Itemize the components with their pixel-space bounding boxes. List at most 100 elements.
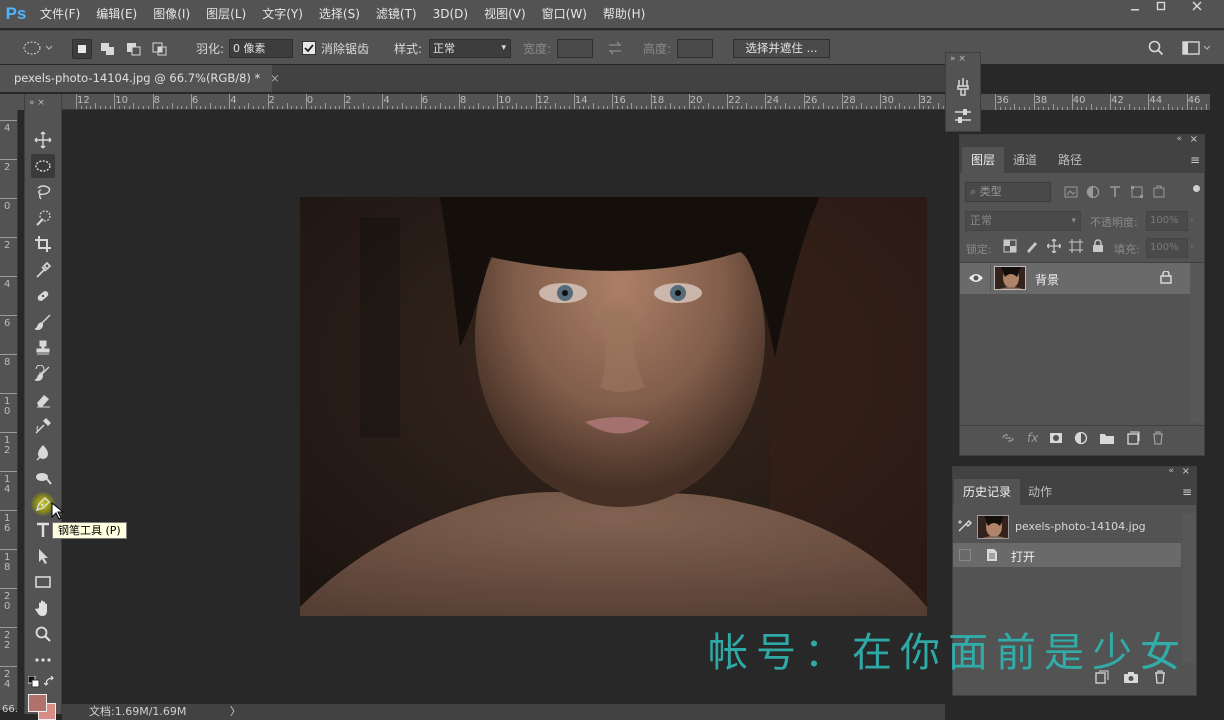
- delete-layer-icon[interactable]: [1151, 431, 1165, 445]
- rectangle-icon[interactable]: [31, 570, 55, 594]
- toolbar-collapse-icon[interactable]: » ×: [29, 98, 45, 108]
- link-layers-icon[interactable]: [1000, 431, 1016, 445]
- filter-toggle-icon[interactable]: [1193, 185, 1200, 192]
- default-colors-icon[interactable]: [27, 675, 40, 688]
- blend-mode-select[interactable]: 正常 ▾: [965, 211, 1081, 231]
- fill-chevron-icon[interactable]: ›: [1190, 242, 1194, 252]
- adjustments-icon[interactable]: [952, 105, 974, 130]
- width-input[interactable]: [557, 39, 593, 58]
- move-tool-icon[interactable]: [31, 128, 55, 152]
- feather-input[interactable]: 0 像素: [229, 39, 293, 58]
- panel-menu-icon[interactable]: ≡: [1190, 153, 1200, 167]
- workspace-icon[interactable]: [1182, 38, 1212, 58]
- menu-select[interactable]: 选择(S): [311, 0, 368, 28]
- path-selection-icon[interactable]: [31, 544, 55, 568]
- lock-position-icon[interactable]: [1047, 239, 1061, 253]
- document-tab[interactable]: pexels-photo-14104.jpg @ 66.7%(RGB/8) * …: [0, 65, 280, 92]
- history-state-row[interactable]: 打开: [953, 543, 1181, 567]
- filter-pixel-icon[interactable]: [1064, 185, 1078, 199]
- fx-icon[interactable]: fx: [1027, 431, 1038, 445]
- foreground-color-swatch[interactable]: [28, 694, 47, 712]
- filter-shape-icon[interactable]: [1130, 185, 1144, 199]
- select-and-mask-button[interactable]: 选择并遮住 ...: [733, 39, 830, 58]
- blur-icon[interactable]: [31, 440, 55, 464]
- more-tools-icon[interactable]: [31, 648, 55, 672]
- antialias-checkbox[interactable]: 消除锯齿: [302, 38, 369, 58]
- crop-icon[interactable]: [31, 232, 55, 256]
- history-checkbox[interactable]: [959, 549, 971, 561]
- eraser-icon[interactable]: [31, 388, 55, 412]
- panel-menu-icon[interactable]: ≡: [1182, 485, 1192, 499]
- dodge-icon[interactable]: [31, 466, 55, 490]
- history-brush-source-icon[interactable]: [957, 519, 973, 536]
- brush-icon[interactable]: [31, 310, 55, 334]
- dock-collapse-icon[interactable]: » ×: [950, 54, 980, 64]
- opacity-chevron-icon[interactable]: ›: [1190, 215, 1194, 225]
- add-selection-icon[interactable]: [98, 39, 118, 59]
- quick-selection-icon[interactable]: [31, 206, 55, 230]
- zoom-icon[interactable]: [31, 622, 55, 646]
- eyedropper-icon[interactable]: [31, 258, 55, 282]
- new-group-icon[interactable]: [1099, 431, 1115, 445]
- hand-icon[interactable]: [31, 596, 55, 620]
- history-brush-icon[interactable]: [31, 362, 55, 386]
- history-snapshot-row[interactable]: pexels-photo-14104.jpg: [953, 513, 1183, 541]
- gradient-icon[interactable]: [31, 414, 55, 438]
- menu-edit[interactable]: 编辑(E): [88, 0, 145, 28]
- filter-adjustment-icon[interactable]: [1086, 185, 1100, 199]
- new-layer-icon[interactable]: [1126, 431, 1140, 445]
- lock-all-icon[interactable]: [1091, 239, 1105, 253]
- add-mask-icon[interactable]: [1049, 431, 1063, 445]
- subtract-selection-icon[interactable]: [124, 39, 144, 59]
- swap-icon[interactable]: [606, 38, 624, 58]
- menu-type[interactable]: 文字(Y): [254, 0, 311, 28]
- tool-preset-icon[interactable]: [20, 38, 54, 58]
- zoom-level[interactable]: 66.: [2, 704, 24, 715]
- lasso-icon[interactable]: [31, 180, 55, 204]
- brush-preset-icon[interactable]: [952, 75, 974, 100]
- checkbox-checked-icon[interactable]: [302, 41, 316, 55]
- height-input[interactable]: [677, 39, 713, 58]
- panel-collapse-icon[interactable]: «: [1168, 466, 1174, 476]
- new-adjustment-icon[interactable]: [1074, 431, 1088, 445]
- opacity-input[interactable]: 100%: [1146, 211, 1188, 231]
- new-selection-icon[interactable]: [72, 39, 92, 59]
- eye-icon[interactable]: [968, 272, 984, 287]
- menu-help[interactable]: 帮助(H): [595, 0, 653, 28]
- layer-name[interactable]: 背景: [1035, 271, 1059, 288]
- tab-layers[interactable]: 图层: [962, 147, 1005, 173]
- search-icon[interactable]: [1148, 38, 1164, 58]
- status-menu-arrow-icon[interactable]: 〉: [230, 705, 241, 718]
- menu-layer[interactable]: 图层(L): [198, 0, 254, 28]
- fill-input[interactable]: 100%: [1146, 238, 1188, 258]
- panel-close-icon[interactable]: ×: [1190, 134, 1198, 145]
- panel-close-icon[interactable]: ×: [1182, 466, 1190, 477]
- panel-collapse-icon[interactable]: «: [1176, 134, 1182, 144]
- menu-image[interactable]: 图像(I): [145, 0, 198, 28]
- close-icon[interactable]: [1180, 0, 1214, 16]
- menu-3d[interactable]: 3D(D): [425, 0, 476, 28]
- restore-icon[interactable]: [1144, 0, 1178, 16]
- tab-paths[interactable]: 路径: [1049, 147, 1091, 173]
- tab-history[interactable]: 历史记录: [954, 479, 1021, 505]
- style-select[interactable]: 正常 ▾: [429, 39, 511, 58]
- layers-scrollbar[interactable]: [1190, 263, 1204, 423]
- menu-file[interactable]: 文件(F): [32, 0, 88, 28]
- lock-pixels-icon[interactable]: [1025, 239, 1039, 253]
- menu-filter[interactable]: 滤镜(T): [368, 0, 425, 28]
- tab-channels[interactable]: 通道: [1004, 147, 1046, 173]
- clone-stamp-icon[interactable]: [31, 336, 55, 360]
- layer-filter-select[interactable]: ⌕ 类型: [965, 182, 1051, 202]
- layer-row[interactable]: 背景: [960, 263, 1190, 294]
- filter-type-icon[interactable]: [1108, 185, 1122, 199]
- menu-view[interactable]: 视图(V): [476, 0, 534, 28]
- lock-transparent-icon[interactable]: [1003, 239, 1017, 253]
- lock-artboard-icon[interactable]: [1069, 239, 1083, 253]
- intersect-selection-icon[interactable]: [150, 39, 170, 59]
- filter-smart-object-icon[interactable]: [1152, 185, 1166, 199]
- elliptical-marquee-icon[interactable]: [31, 154, 55, 178]
- menu-window[interactable]: 窗口(W): [534, 0, 595, 28]
- swap-colors-icon[interactable]: [43, 675, 56, 688]
- tab-close-icon[interactable]: ×: [270, 71, 280, 85]
- healing-brush-icon[interactable]: [31, 284, 55, 308]
